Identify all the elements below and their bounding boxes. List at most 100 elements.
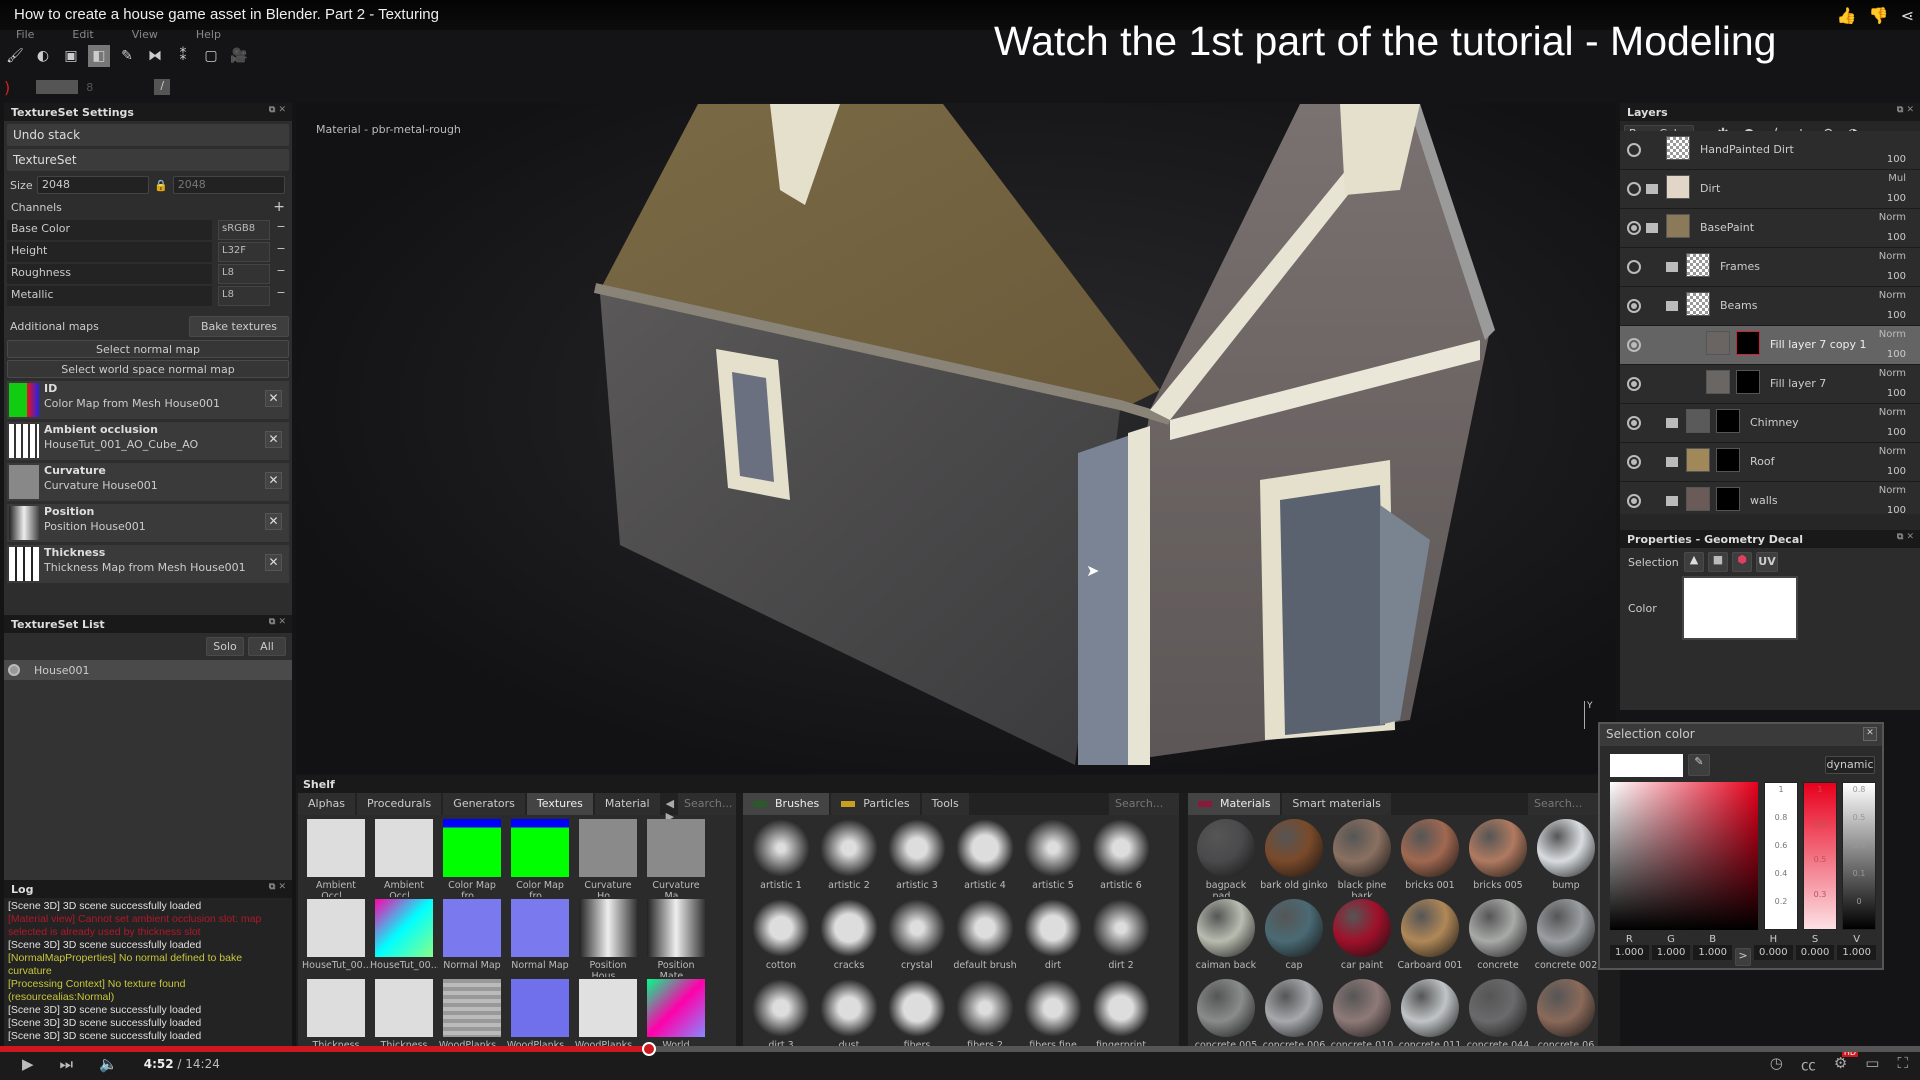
value-slider[interactable]: 0.8 0.5 0.3 0.1 0 xyxy=(1842,782,1876,930)
house-model[interactable] xyxy=(296,103,1616,773)
camera-icon[interactable]: 🎥 xyxy=(228,45,250,67)
layer-opacity[interactable]: 100 xyxy=(1887,349,1906,360)
baked-map-slot[interactable]: Position Position House001 ✕ xyxy=(7,504,289,542)
shelf-item[interactable]: bricks 005 xyxy=(1464,819,1532,897)
shelf-item[interactable]: bump xyxy=(1532,819,1598,897)
component-value-input[interactable]: 1.000 xyxy=(1651,945,1691,960)
brush-size-value[interactable]: 8 xyxy=(86,81,146,94)
visibility-toggle-icon[interactable] xyxy=(1627,299,1641,313)
shelf-item[interactable]: artistic 2 xyxy=(815,819,883,897)
shelf-item[interactable]: Position Hous... xyxy=(574,899,642,977)
layer-blend-mode[interactable]: Norm xyxy=(1879,446,1906,457)
shelf-item[interactable]: fibers fine xyxy=(1019,979,1087,1046)
shelf-item[interactable]: car paint xyxy=(1328,899,1396,977)
shelf-item[interactable]: concrete 006 xyxy=(1260,979,1328,1046)
shelf-item[interactable]: Ambient Occl... xyxy=(370,819,438,897)
shelf-item[interactable]: concrete 010 xyxy=(1328,979,1396,1046)
baked-map-slot[interactable]: Curvature Curvature House001 ✕ xyxy=(7,463,289,501)
shelf-tab-material[interactable]: Material xyxy=(594,793,660,815)
component-value-input[interactable]: 1.000 xyxy=(1837,945,1877,960)
textureset-section[interactable]: TextureSet xyxy=(7,149,289,171)
remove-channel-icon[interactable]: − xyxy=(273,220,289,240)
component-value-input[interactable]: 1.000 xyxy=(1693,945,1733,960)
shelf-item[interactable]: artistic 5 xyxy=(1019,819,1087,897)
shelf-item[interactable]: concrete 011 xyxy=(1396,979,1464,1046)
shelf-item[interactable]: cracks xyxy=(815,899,883,977)
play-icon[interactable]: ▶ xyxy=(22,1055,34,1073)
shelf-item[interactable]: HouseTut_00... xyxy=(302,899,370,977)
remove-map-icon[interactable]: ✕ xyxy=(265,513,282,530)
add-channel-icon[interactable]: + xyxy=(273,199,285,215)
shelf-item[interactable]: Thickness Ma... xyxy=(302,979,370,1046)
shelf-item[interactable]: Color Map fro... xyxy=(438,819,506,897)
layer-row[interactable]: Roof Norm 100 xyxy=(1620,443,1920,482)
layer-row[interactable]: Fill layer 7 copy 1 Norm 100 xyxy=(1620,326,1920,365)
layer-blend-mode[interactable]: Mul xyxy=(1888,173,1906,184)
theater-mode-icon[interactable]: ▭ xyxy=(1865,1054,1879,1075)
layer-blend-mode[interactable]: Norm xyxy=(1879,368,1906,379)
uv-selection-button[interactable]: UV xyxy=(1756,552,1778,572)
shelf-item[interactable]: Ambient Occl... xyxy=(302,819,370,897)
layer-mask-thumbnail[interactable] xyxy=(1716,487,1740,511)
layer-blend-mode[interactable]: Norm xyxy=(1879,290,1906,301)
like-icon[interactable]: 👍 xyxy=(1837,6,1857,25)
3d-viewport[interactable]: Material - pbr-metal-rough Y ➤ xyxy=(296,103,1616,773)
shelf-tab-alphas[interactable]: Alphas xyxy=(298,793,356,815)
channel-format-select[interactable]: L8 xyxy=(218,286,270,306)
shelf-item[interactable]: fibers xyxy=(883,979,951,1046)
hue-slider[interactable]: 1 0.8 0.6 0.4 0.2 xyxy=(1764,782,1798,930)
settings-gear-icon[interactable]: ⚙ HD xyxy=(1834,1048,1859,1075)
visibility-toggle-icon[interactable] xyxy=(1627,455,1641,469)
shelf-item[interactable]: World Space... xyxy=(642,979,710,1046)
layer-mask-thumbnail[interactable] xyxy=(1736,331,1760,355)
eraser-icon[interactable]: ◐ xyxy=(32,45,54,67)
visibility-toggle-icon[interactable] xyxy=(8,664,20,676)
channel-format-select[interactable]: L8 xyxy=(218,264,270,284)
shelf-item[interactable]: fibers 2 xyxy=(951,979,1019,1046)
close-icon[interactable]: ✕ xyxy=(1863,727,1877,741)
tab-scroll-arrows-icon[interactable]: ◀ ▶ xyxy=(662,793,678,823)
remove-map-icon[interactable]: ✕ xyxy=(265,390,282,407)
brush-size-slider[interactable] xyxy=(36,80,79,94)
component-value-input[interactable]: 0.000 xyxy=(1795,945,1835,960)
visibility-toggle-icon[interactable] xyxy=(1627,494,1641,508)
shelf-item[interactable]: WoodPlanks... xyxy=(438,979,506,1046)
folder-icon[interactable] xyxy=(1666,418,1678,428)
convert-arrow-button[interactable]: > xyxy=(1735,948,1752,966)
progress-scrubber[interactable] xyxy=(641,1042,656,1056)
shelf-item[interactable]: cap xyxy=(1260,899,1328,977)
layer-blend-mode[interactable]: Norm xyxy=(1879,407,1906,418)
layer-opacity[interactable]: 100 xyxy=(1887,193,1906,204)
projection-icon[interactable]: ▣ xyxy=(60,45,82,67)
baked-map-slot[interactable]: Thickness Thickness Map from Mesh House00… xyxy=(7,545,289,583)
shelf-item[interactable]: dirt 2 xyxy=(1087,899,1155,977)
pen-pressure-icon[interactable]: ∕ xyxy=(154,79,171,95)
layer-opacity[interactable]: 100 xyxy=(1887,154,1906,165)
brush-alpha-icon[interactable]: ) xyxy=(4,78,10,97)
visibility-toggle-icon[interactable] xyxy=(1627,416,1641,430)
shelf-item[interactable]: cotton xyxy=(747,899,815,977)
shelf-item[interactable]: Normal Map ... xyxy=(506,899,574,977)
component-value-input[interactable]: 1.000 xyxy=(1610,945,1649,960)
shelf-item[interactable]: crystal xyxy=(883,899,951,977)
size-height-select[interactable]: 2048 xyxy=(172,176,285,194)
shelf-item[interactable]: HouseTut_00... xyxy=(370,899,438,977)
shelf-item[interactable]: dust xyxy=(815,979,883,1046)
color-swatch[interactable] xyxy=(1682,576,1798,640)
brush-search-input[interactable]: Search... xyxy=(1109,793,1179,815)
object-selection-icon[interactable]: ⬢ xyxy=(1732,552,1752,572)
remove-channel-icon[interactable]: − xyxy=(273,286,289,306)
layer-row[interactable]: HandPainted Dirt 100 xyxy=(1620,131,1920,170)
dynamic-mode-button[interactable]: dynamic xyxy=(1825,756,1875,774)
layer-blend-mode[interactable]: Norm xyxy=(1879,251,1906,262)
remove-map-icon[interactable]: ✕ xyxy=(265,472,282,489)
shelf-item[interactable]: Position Mate... xyxy=(642,899,710,977)
paint-brush-icon[interactable]: 🖌 xyxy=(4,45,26,67)
shelf-item[interactable]: concrete 005 xyxy=(1192,979,1260,1046)
panel-close-icon[interactable]: ⧉ ✕ xyxy=(1897,532,1914,542)
saturation-slider[interactable]: 1 0.8 0.5 0.3 xyxy=(1803,782,1837,930)
dislike-icon[interactable]: 👎 xyxy=(1869,6,1889,25)
shelf-item[interactable]: concrete 002 xyxy=(1532,899,1598,977)
tab-brushes[interactable]: Brushes xyxy=(743,793,830,815)
shelf-item[interactable]: artistic 4 xyxy=(951,819,1019,897)
